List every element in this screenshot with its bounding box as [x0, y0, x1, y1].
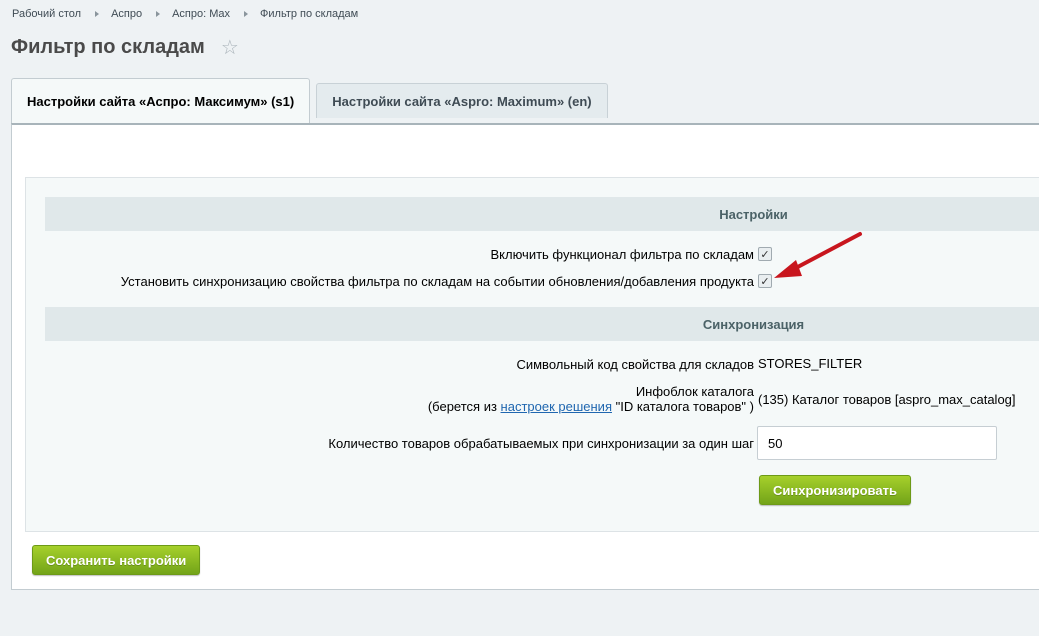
tab-site-s1[interactable]: Настройки сайта «Аспро: Максимум» (s1) — [11, 78, 311, 124]
tab-bar: Настройки сайта «Аспро: Максимум» (s1) Н… — [11, 78, 614, 124]
checkmark-icon: ✓ — [760, 248, 770, 261]
red-arrow-annotation — [774, 232, 862, 278]
chevron-right-icon — [244, 11, 249, 17]
solution-settings-link[interactable]: настроек решения — [501, 399, 612, 414]
iblock-label: Инфоблок каталога (берется из настроек р… — [428, 384, 754, 414]
iblock-label-hint: (берется из настроек решения "ID каталог… — [428, 399, 754, 414]
breadcrumb: Рабочий стол Аспро Аспро: Max Фильтр по … — [12, 8, 358, 20]
synchronize-button[interactable]: Синхронизировать — [759, 475, 911, 505]
property-code-value: STORES_FILTER — [758, 356, 863, 371]
iblock-hint-prefix: (берется из — [427, 399, 501, 414]
iblock-label-title: Инфоблок каталога — [635, 384, 754, 399]
breadcrumb-item-desktop[interactable]: Рабочий стол — [12, 8, 81, 20]
property-code-label: Символьный код свойства для складов — [516, 357, 754, 372]
section-header-settings: Настройки — [45, 197, 1039, 231]
iblock-hint-suffix: "ID каталога товаров" ) — [611, 399, 754, 414]
breadcrumb-item-aspro[interactable]: Аспро — [111, 8, 142, 20]
sync-event-label: Установить синхронизацию свойства фильтр… — [120, 274, 754, 289]
iblock-value: (135) Каталог товаров [aspro_max_catalog… — [758, 392, 1016, 407]
qty-input[interactable] — [757, 426, 997, 460]
settings-form: Настройки Включить функционал фильтра по… — [25, 177, 1039, 532]
section-title-settings: Настройки — [719, 206, 788, 222]
star-icon[interactable]: ☆ — [221, 38, 239, 58]
qty-label: Количество товаров обрабатываемых при си… — [328, 436, 754, 451]
section-title-sync: Синхронизация — [702, 316, 805, 332]
save-settings-button[interactable]: Сохранить настройки — [32, 545, 201, 575]
section-header-sync: Синхронизация — [45, 307, 1039, 341]
enable-filter-label: Включить функционал фильтра по складам — [490, 247, 755, 262]
settings-panel: Настройки Включить функционал фильтра по… — [11, 123, 1039, 590]
breadcrumb-item-current[interactable]: Фильтр по складам — [260, 8, 358, 20]
chevron-right-icon — [95, 11, 100, 17]
breadcrumb-item-aspro-max[interactable]: Аспро: Max — [172, 8, 230, 20]
checkmark-icon: ✓ — [760, 275, 770, 288]
tab-site-en[interactable]: Настройки сайта «Aspro: Maximum» (en) — [316, 83, 608, 118]
page-title: Фильтр по складам — [11, 36, 205, 58]
chevron-right-icon — [156, 11, 161, 17]
